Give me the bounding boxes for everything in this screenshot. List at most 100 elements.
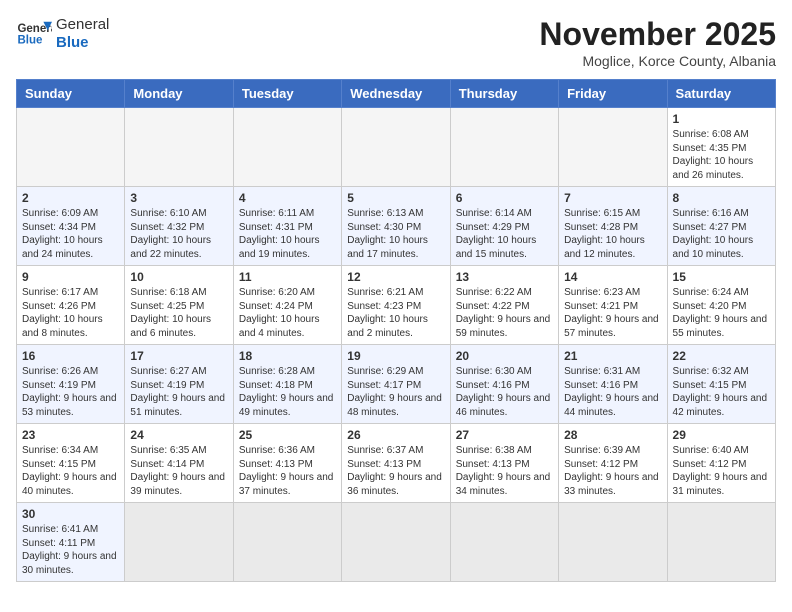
header: General Blue General Blue November 2025 …	[16, 16, 776, 69]
day-number: 30	[22, 507, 119, 521]
calendar-cell: 16Sunrise: 6:26 AM Sunset: 4:19 PM Dayli…	[17, 345, 125, 424]
calendar-cell	[342, 503, 450, 582]
calendar-cell: 6Sunrise: 6:14 AM Sunset: 4:29 PM Daylig…	[450, 187, 558, 266]
calendar-cell: 2 Sunrise: 6:09 AM Sunset: 4:34 PM Daylig…	[17, 187, 125, 266]
weekday-header-friday: Friday	[559, 80, 667, 108]
day-number: 26	[347, 428, 444, 442]
logo: General Blue General Blue	[16, 16, 109, 52]
day-number: 7	[564, 191, 661, 205]
day-number: 25	[239, 428, 336, 442]
calendar-cell: 1 Sunrise: 6:08 AM Sunset: 4:35 PM Daylig…	[667, 108, 775, 187]
day-number: 29	[673, 428, 770, 442]
day-info: Sunrise: 6:40 AM Sunset: 4:12 PM Dayligh…	[673, 444, 770, 498]
calendar-cell: 20 Sunrise: 6:30 AM Sunset: 4:16 PM Dayli…	[450, 345, 558, 424]
calendar-week-row: 9 Sunrise: 6:17 AM Sunset: 4:26 PM Daylig…	[17, 266, 776, 345]
day-number: 2	[22, 191, 119, 205]
day-number: 9	[22, 270, 119, 284]
day-number: 21	[564, 349, 661, 363]
day-number: 13	[456, 270, 553, 284]
calendar-cell: 17Sunrise: 6:27 AM Sunset: 4:19 PM Dayli…	[125, 345, 233, 424]
calendar-cell	[17, 108, 125, 187]
svg-text:Blue: Blue	[17, 34, 43, 46]
day-info: Sunrise: 6:08 AM Sunset: 4:35 PM Dayligh…	[673, 128, 770, 182]
calendar-cell: 14 Sunrise: 6:23 AM Sunset: 4:21 PM Dayli…	[559, 266, 667, 345]
calendar-cell: 19 Sunrise: 6:29 AM Sunset: 4:17 PM Dayli…	[342, 345, 450, 424]
calendar-cell	[233, 503, 341, 582]
calendar-cell	[342, 108, 450, 187]
calendar-cell: 26 Sunrise: 6:37 AM Sunset: 4:13 PM Dayli…	[342, 424, 450, 503]
calendar-week-row: 16Sunrise: 6:26 AM Sunset: 4:19 PM Dayli…	[17, 345, 776, 424]
day-number: 20	[456, 349, 553, 363]
calendar-cell: 8 Sunrise: 6:16 AM Sunset: 4:27 PM Daylig…	[667, 187, 775, 266]
day-number: 28	[564, 428, 661, 442]
day-number: 22	[673, 349, 770, 363]
day-info: Sunrise: 6:21 AM Sunset: 4:23 PM Dayligh…	[347, 286, 444, 340]
day-number: 8	[673, 191, 770, 205]
day-number: 1	[673, 112, 770, 126]
calendar-cell: 24 Sunrise: 6:35 AM Sunset: 4:14 PM Dayli…	[125, 424, 233, 503]
day-info: Sunrise: 6:27 AM Sunset: 4:19 PM Dayligh…	[130, 365, 227, 419]
day-info: Sunrise: 6:28 AM Sunset: 4:18 PM Dayligh…	[239, 365, 336, 419]
day-info: Sunrise: 6:23 AM Sunset: 4:21 PM Dayligh…	[564, 286, 661, 340]
calendar-cell	[233, 108, 341, 187]
day-number: 27	[456, 428, 553, 442]
calendar-cell: 30 Sunrise: 6:41 AM Sunset: 4:11 PM Dayli…	[17, 503, 125, 582]
calendar-cell	[667, 503, 775, 582]
day-info: Sunrise: 6:29 AM Sunset: 4:17 PM Dayligh…	[347, 365, 444, 419]
day-info: Sunrise: 6:41 AM Sunset: 4:11 PM Dayligh…	[22, 523, 119, 577]
day-info: Sunrise: 6:32 AM Sunset: 4:15 PM Dayligh…	[673, 365, 770, 419]
day-info: Sunrise: 6:26 AM Sunset: 4:19 PM Dayligh…	[22, 365, 119, 419]
calendar-cell: 28Sunrise: 6:39 AM Sunset: 4:12 PM Dayli…	[559, 424, 667, 503]
calendar-cell: 23Sunrise: 6:34 AM Sunset: 4:15 PM Dayli…	[17, 424, 125, 503]
calendar-week-row: 1 Sunrise: 6:08 AM Sunset: 4:35 PM Daylig…	[17, 108, 776, 187]
day-info: Sunrise: 6:13 AM Sunset: 4:30 PM Dayligh…	[347, 207, 444, 261]
day-info: Sunrise: 6:31 AM Sunset: 4:16 PM Dayligh…	[564, 365, 661, 419]
calendar-cell: 29 Sunrise: 6:40 AM Sunset: 4:12 PM Dayli…	[667, 424, 775, 503]
calendar-cell: 10Sunrise: 6:18 AM Sunset: 4:25 PM Dayli…	[125, 266, 233, 345]
day-number: 19	[347, 349, 444, 363]
day-number: 10	[130, 270, 227, 284]
day-number: 5	[347, 191, 444, 205]
weekday-header-tuesday: Tuesday	[233, 80, 341, 108]
calendar-cell: 15Sunrise: 6:24 AM Sunset: 4:20 PM Dayli…	[667, 266, 775, 345]
day-info: Sunrise: 6:30 AM Sunset: 4:16 PM Dayligh…	[456, 365, 553, 419]
calendar-cell	[559, 108, 667, 187]
month-title: November 2025	[539, 16, 776, 53]
logo-blue-text: Blue	[56, 34, 109, 52]
day-info: Sunrise: 6:20 AM Sunset: 4:24 PM Dayligh…	[239, 286, 336, 340]
calendar-cell: 27 Sunrise: 6:38 AM Sunset: 4:13 PM Dayli…	[450, 424, 558, 503]
day-info: Sunrise: 6:15 AM Sunset: 4:28 PM Dayligh…	[564, 207, 661, 261]
weekday-header-monday: Monday	[125, 80, 233, 108]
calendar-cell: 5 Sunrise: 6:13 AM Sunset: 4:30 PM Daylig…	[342, 187, 450, 266]
day-info: Sunrise: 6:11 AM Sunset: 4:31 PM Dayligh…	[239, 207, 336, 261]
calendar-cell: 21 Sunrise: 6:31 AM Sunset: 4:16 PM Dayli…	[559, 345, 667, 424]
weekday-header-wednesday: Wednesday	[342, 80, 450, 108]
calendar-week-row: 23Sunrise: 6:34 AM Sunset: 4:15 PM Dayli…	[17, 424, 776, 503]
day-info: Sunrise: 6:37 AM Sunset: 4:13 PM Dayligh…	[347, 444, 444, 498]
weekday-header-thursday: Thursday	[450, 80, 558, 108]
day-number: 24	[130, 428, 227, 442]
day-info: Sunrise: 6:16 AM Sunset: 4:27 PM Dayligh…	[673, 207, 770, 261]
day-number: 23	[22, 428, 119, 442]
calendar-cell: 13 Sunrise: 6:22 AM Sunset: 4:22 PM Dayli…	[450, 266, 558, 345]
day-info: Sunrise: 6:22 AM Sunset: 4:22 PM Dayligh…	[456, 286, 553, 340]
calendar-table: SundayMondayTuesdayWednesdayThursdayFrid…	[16, 79, 776, 582]
day-number: 6	[456, 191, 553, 205]
day-info: Sunrise: 6:36 AM Sunset: 4:13 PM Dayligh…	[239, 444, 336, 498]
calendar-cell: 22 Sunrise: 6:32 AM Sunset: 4:15 PM Dayli…	[667, 345, 775, 424]
calendar-cell: 11Sunrise: 6:20 AM Sunset: 4:24 PM Dayli…	[233, 266, 341, 345]
calendar-cell: 9 Sunrise: 6:17 AM Sunset: 4:26 PM Daylig…	[17, 266, 125, 345]
day-info: Sunrise: 6:38 AM Sunset: 4:13 PM Dayligh…	[456, 444, 553, 498]
calendar-cell: 3Sunrise: 6:10 AM Sunset: 4:32 PM Daylig…	[125, 187, 233, 266]
day-info: Sunrise: 6:24 AM Sunset: 4:20 PM Dayligh…	[673, 286, 770, 340]
day-info: Sunrise: 6:35 AM Sunset: 4:14 PM Dayligh…	[130, 444, 227, 498]
weekday-header-row: SundayMondayTuesdayWednesdayThursdayFrid…	[17, 80, 776, 108]
calendar-week-row: 30 Sunrise: 6:41 AM Sunset: 4:11 PM Dayli…	[17, 503, 776, 582]
day-info: Sunrise: 6:17 AM Sunset: 4:26 PM Dayligh…	[22, 286, 119, 340]
weekday-header-saturday: Saturday	[667, 80, 775, 108]
calendar-cell	[450, 503, 558, 582]
day-info: Sunrise: 6:09 AM Sunset: 4:34 PM Dayligh…	[22, 207, 119, 261]
day-number: 14	[564, 270, 661, 284]
calendar-week-row: 2 Sunrise: 6:09 AM Sunset: 4:34 PM Daylig…	[17, 187, 776, 266]
day-number: 4	[239, 191, 336, 205]
